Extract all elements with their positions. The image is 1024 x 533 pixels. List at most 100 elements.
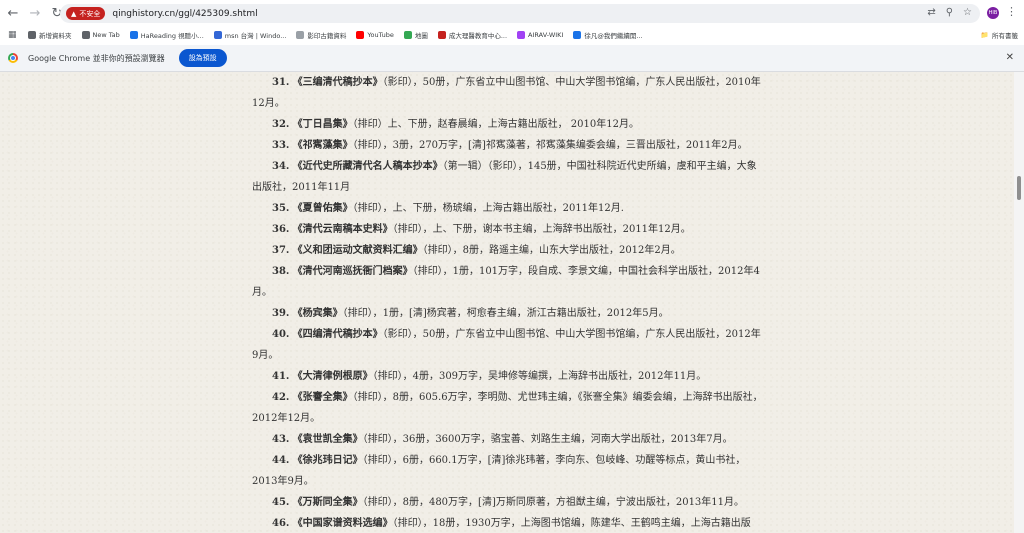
entry-title: 《丁日昌集》 <box>292 119 353 130</box>
bookmark-item[interactable]: 影印古籍資料 <box>296 30 346 40</box>
bookmark-favicon-icon <box>129 30 138 39</box>
entry-title: 《徐兆玮日记》 <box>292 455 363 466</box>
entry-number: 44. <box>272 455 290 466</box>
bookmark-item[interactable]: AIRAV-WIKI <box>517 30 563 40</box>
bibliography-entry: 41. 《大清律例根原》（排印），4册，309万字，吴坤修等编撰，上海辞书出版社… <box>252 366 764 387</box>
bookmark-item[interactable]: YouTube <box>356 30 394 40</box>
security-chip[interactable]: ▲ 不安全 <box>66 7 106 20</box>
bookmark-favicon-icon <box>356 30 365 39</box>
bookmark-label: 影印古籍資料 <box>307 31 347 40</box>
bookmark-item[interactable]: 地圖 <box>403 30 428 40</box>
bookmark-item[interactable]: New Tab <box>81 30 120 40</box>
bookmark-favicon-icon <box>81 30 90 39</box>
bookmark-label: msn 台灣 | Windo... <box>224 31 287 40</box>
entry-title: 《近代史所藏清代名人稿本抄本》 <box>292 161 443 172</box>
bookmark-favicon-icon <box>573 30 582 39</box>
bibliography-entry: 42. 《张謇全集》（排印），8册，605.6万字，李明勋、尤世玮主编，《张謇全… <box>252 387 764 429</box>
bibliography-entry: 36. 《清代云南稿本史料》（排印），上、下册，谢本书主编，上海辞书出版社，20… <box>252 219 764 240</box>
entry-details: （排印），4册，309万字，吴坤修等编撰，上海辞书出版社，2012年11月。 <box>372 371 707 382</box>
zoom-icon[interactable]: ⚲ <box>946 7 953 18</box>
bibliography-entry: 46. 《中国家谱资料选编》（排印），18册，1930万字，上海图书馆编，陈建华… <box>252 513 764 533</box>
bookmark-favicon-icon <box>296 30 305 39</box>
default-browser-infobar: Google Chrome 並非你的預設瀏覽器 設為預設 ✕ <box>0 45 1024 72</box>
forward-arrow-icon[interactable]: → <box>26 4 44 22</box>
entry-details: （排印），36册，3600万字，骆宝善、刘路生主编，河南大学出版社，2013年7… <box>362 434 733 445</box>
page-scrollbar[interactable] <box>1014 72 1024 533</box>
entry-number: 41. <box>272 371 290 382</box>
all-bookmarks[interactable]: 📁 所有書籤 <box>981 30 1018 40</box>
infobar-text: Google Chrome 並非你的預設瀏覽器 <box>28 53 165 63</box>
omnibox-actions: ⇄ ⚲ ☆ <box>927 7 972 18</box>
entry-title: 《三编清代稿抄本》 <box>292 77 383 88</box>
entry-details: （排印）上、下册，赵春晨编，上海古籍出版社， 2010年12月。 <box>352 119 639 130</box>
bibliography-entry: 39. 《杨宾集》（排印），1册，[清]杨宾著，柯愈春主编，浙江古籍出版社，20… <box>252 303 764 324</box>
entry-title: 《张謇全集》 <box>292 392 353 403</box>
close-icon[interactable]: ✕ <box>1006 52 1014 63</box>
entry-title: 《夏曾佑集》 <box>292 203 353 214</box>
menu-dots-icon[interactable]: ⋮ <box>1006 5 1017 18</box>
entry-title: 《杨宾集》 <box>292 308 343 319</box>
entry-details: （排印），3册，270万字，[清]祁寯藻著，祁寯藻集编委会编，三晋出版社，201… <box>352 140 748 151</box>
bookmark-item[interactable]: 成大理醫教育中心... <box>437 30 508 40</box>
entry-details: （排印），8册，480万字，[清]万斯同原著，方祖猷主编，宁波出版社，2013年… <box>362 497 745 508</box>
security-label: 不安全 <box>79 9 101 18</box>
entry-number: 37. <box>272 245 290 256</box>
entry-number: 46. <box>272 518 290 529</box>
entry-title: 《祁寯藻集》 <box>292 140 353 151</box>
chrome-logo-icon <box>8 53 18 63</box>
bookmark-label: YouTube <box>367 30 394 39</box>
bookmark-list: 新增資料夾 New Tab HaReading 視聽小... msn 台灣 | Win… <box>18 30 643 40</box>
entry-number: 42. <box>272 392 290 403</box>
bibliography-entry: 35. 《夏曾佑集》（排印），上、下册，杨琥编，上海古籍出版社，2011年12月… <box>252 198 764 219</box>
bookmark-favicon-icon <box>437 30 446 39</box>
bookmark-item[interactable]: msn 台灣 | Windo... <box>213 30 287 40</box>
bibliography-entry: 37. 《义和团运动文献资料汇编》（排印），8册，路遥主编，山东大学出版社，20… <box>252 240 764 261</box>
bookmark-favicon-icon <box>213 30 222 39</box>
entry-number: 43. <box>272 434 290 445</box>
bibliography-entry: 31. 《三编清代稿抄本》（影印），50册，广东省立中山图书馆、中山大学图书馆编… <box>252 72 764 114</box>
entry-title: 《清代河南巡抚衙门档案》 <box>292 266 413 277</box>
entry-title: 《万斯同全集》 <box>292 497 363 508</box>
bookmark-label: 成大理醫教育中心... <box>448 31 508 40</box>
bookmark-item[interactable]: 新增資料夾 <box>28 30 72 40</box>
browser-toolbar: ← → ↻ ▲ 不安全 qinghistory.cn/ggl/425309.sh… <box>0 0 1024 26</box>
bookmark-label: AIRAV-WIKI <box>528 30 564 39</box>
entry-details: （排印），上、下册，谢本书主编，上海辞书出版社，2011年12月。 <box>392 224 691 235</box>
bibliography-entry: 45. 《万斯同全集》（排印），8册，480万字，[清]万斯同原著，方祖猷主编，… <box>252 492 764 513</box>
back-arrow-icon[interactable]: ← <box>4 4 22 22</box>
article-content: 31. 《三编清代稿抄本》（影印），50册，广东省立中山图书馆、中山大学图书馆编… <box>0 72 1014 533</box>
entry-number: 33. <box>272 140 290 151</box>
bibliography-entry: 43. 《袁世凯全集》（排印），36册，3600万字，骆宝善、刘路生主编，河南大… <box>252 429 764 450</box>
profile-avatar[interactable]: HIB <box>987 7 999 19</box>
bookmark-label: HaReading 視聽小... <box>140 31 204 40</box>
entry-title: 《清代云南稿本史料》 <box>292 224 393 235</box>
translate-icon[interactable]: ⇄ <box>927 7 935 18</box>
entry-number: 31. <box>272 77 290 88</box>
bookmark-label: New Tab <box>92 30 120 39</box>
entry-title: 《义和团运动文献资料汇编》 <box>292 245 423 256</box>
entry-number: 40. <box>272 329 290 340</box>
bookmark-label: 新增資料夾 <box>39 31 72 40</box>
set-default-button[interactable]: 設為預設 <box>178 49 227 67</box>
entry-details: （排印），1册，[清]杨宾著，柯愈春主编，浙江古籍出版社，2012年5月。 <box>342 308 669 319</box>
scrollbar-thumb[interactable] <box>1017 176 1021 200</box>
folder-icon: 📁 <box>980 31 989 39</box>
bibliography-entry: 40. 《四编清代稿抄本》（影印），50册，广东省立中山图书馆、中山大学图书馆编… <box>252 324 764 366</box>
bookmark-star-icon[interactable]: ☆ <box>963 7 972 18</box>
bookmark-label: 徐凡@我們繼續開... <box>584 31 643 40</box>
apps-grid-icon[interactable]: ▦ <box>8 30 18 40</box>
entry-number: 38. <box>272 266 290 277</box>
bookmark-favicon-icon <box>403 30 412 39</box>
url-text[interactable]: qinghistory.cn/ggl/425309.shtml <box>112 9 257 19</box>
bibliography-entry: 44. 《徐兆玮日记》（排印），6册，660.1万字，[清]徐兆玮著，李向东、包… <box>252 450 764 492</box>
entry-title: 《袁世凯全集》 <box>292 434 363 445</box>
entry-title: 《大清律例根原》 <box>292 371 373 382</box>
warning-icon: ▲ <box>71 9 77 18</box>
entry-details: （排印），上、下册，杨琥编，上海古籍出版社，2011年12月. <box>352 203 624 214</box>
bookmark-item[interactable]: HaReading 視聽小... <box>129 30 204 40</box>
bookmarks-bar: ▦ 新增資料夾 New Tab HaReading 視聽小... msn 台灣 | W… <box>0 26 1024 43</box>
address-bar[interactable]: ▲ 不安全 qinghistory.cn/ggl/425309.shtml ⇄ … <box>60 4 980 23</box>
bibliography-entry: 38. 《清代河南巡抚衙门档案》（排印），1册，101万字，段自成、李景文编，中… <box>252 261 764 303</box>
entry-title: 《中国家谱资料选编》 <box>292 518 393 529</box>
bookmark-item[interactable]: 徐凡@我們繼續開... <box>573 30 643 40</box>
